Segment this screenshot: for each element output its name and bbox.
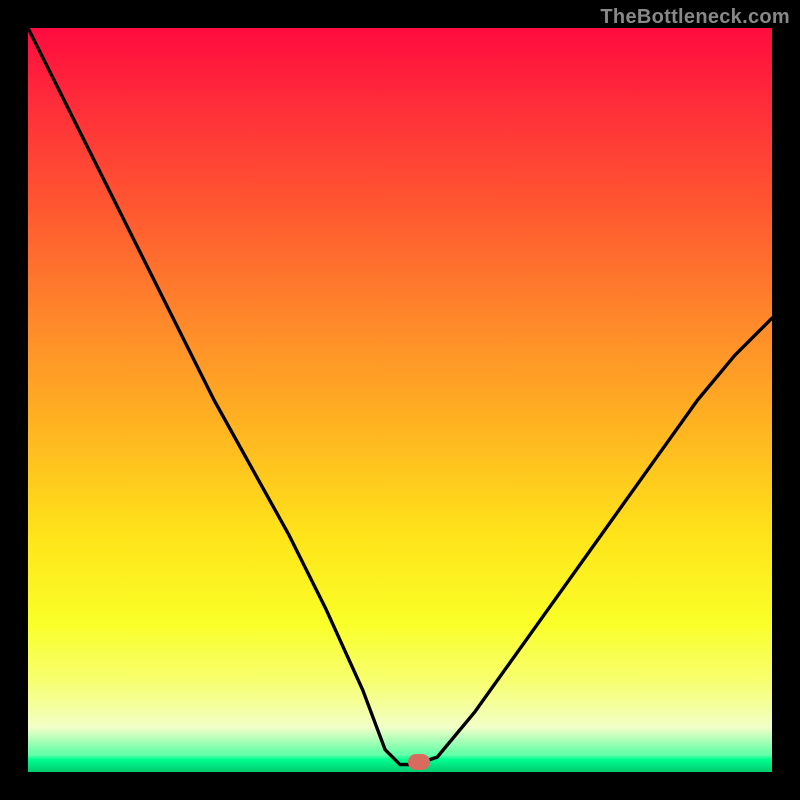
bottleneck-curve — [28, 28, 772, 772]
plot-area — [28, 28, 772, 772]
watermark-text: TheBottleneck.com — [600, 6, 790, 29]
chart-stage: TheBottleneck.com — [0, 0, 800, 800]
optimum-marker — [408, 754, 430, 770]
